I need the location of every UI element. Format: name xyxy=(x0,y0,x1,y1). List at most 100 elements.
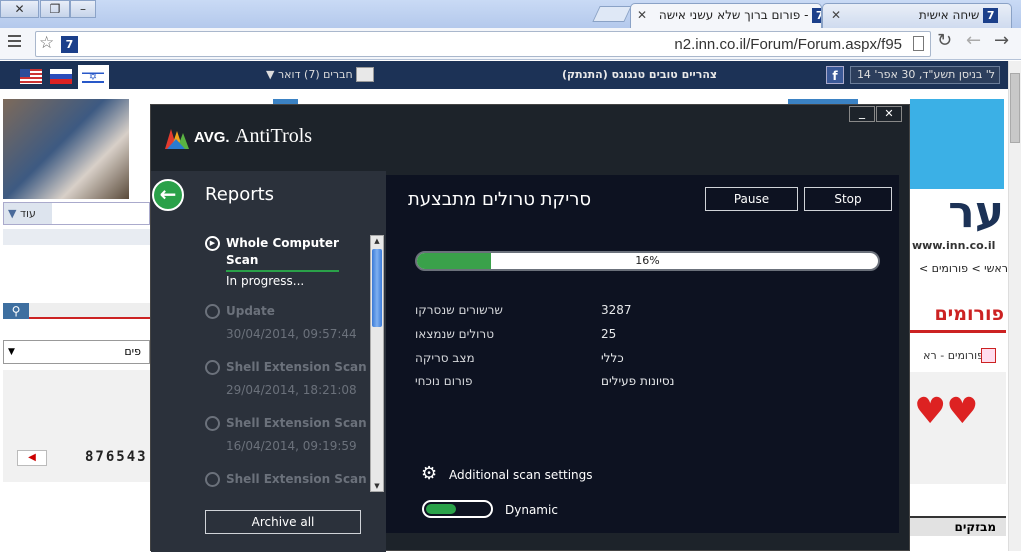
russia-flag-icon[interactable] xyxy=(50,69,72,84)
forum-select-value: פים xyxy=(124,345,141,358)
chevron-down-icon: ▼ xyxy=(8,347,15,357)
back-arrow-icon[interactable]: ← xyxy=(152,179,184,211)
new-tab-button[interactable] xyxy=(592,6,632,22)
stat-label: טרולים שנמצאו xyxy=(415,327,494,341)
forum-select[interactable]: ▼ פים xyxy=(3,340,150,364)
bookmark-star-icon[interactable]: ☆ xyxy=(39,33,54,53)
progress-underline xyxy=(226,270,339,272)
progress-percent: 16% xyxy=(635,254,660,267)
archive-all-button[interactable]: Archive all xyxy=(205,510,361,534)
counter-digits: 876543 xyxy=(85,449,148,465)
report-item-title[interactable]: Shell Extension Scan xyxy=(226,416,367,430)
greeting-link[interactable]: צהריים טובים טנגוגס (התנתק) xyxy=(562,68,717,81)
gear-icon[interactable]: ⚙ xyxy=(421,463,437,484)
browser-toolbar: ☆ 7 n2.inn.co.il/Forum/Forum.aspx/f95 ↻ … xyxy=(0,28,1021,60)
minimize-button[interactable]: _ xyxy=(849,106,875,122)
reports-sidebar: ← Reports ▶ Whole Computer Scan In progr… xyxy=(151,171,386,552)
report-item-date: 30/04/2014, 09:57:44 xyxy=(226,327,357,341)
stat-label: פורום נוכחי xyxy=(415,374,473,388)
avg-window: AVG. AntiTrols _ ✕ ← Reports ▶ Whole Com… xyxy=(150,104,910,552)
site-banner xyxy=(910,99,1004,189)
tab-private-message[interactable]: ✕ שיחה אישית 7 xyxy=(822,3,1012,28)
search-icon[interactable]: ⚲ xyxy=(3,303,29,319)
israel-flag-tab[interactable]: ✡ xyxy=(78,65,109,90)
report-item-title[interactable]: Whole Computer Scan xyxy=(226,235,351,269)
divider xyxy=(910,330,1006,333)
avg-logo-text: AVG. xyxy=(194,129,230,146)
check-icon xyxy=(205,304,220,319)
menu-icon[interactable] xyxy=(8,35,21,47)
header-photo xyxy=(3,99,129,199)
report-item-status: In progress... xyxy=(226,274,305,288)
check-icon xyxy=(205,472,220,487)
scan-progress-bar: 16% xyxy=(415,251,880,271)
check-icon xyxy=(205,360,220,375)
us-flag-icon[interactable] xyxy=(20,69,42,84)
scroll-thumb[interactable] xyxy=(372,249,382,327)
more-dropdown[interactable]: ▼ עוד xyxy=(4,203,52,224)
forward-icon[interactable]: ← xyxy=(966,30,981,51)
reports-title: Reports xyxy=(205,184,275,205)
scroll-up-icon[interactable]: ▲ xyxy=(371,236,383,246)
avg-logo-icon xyxy=(163,125,189,151)
address-bar[interactable]: ☆ 7 n2.inn.co.il/Forum/Forum.aspx/f95 xyxy=(35,31,931,57)
close-button[interactable]: ✕ xyxy=(876,106,902,122)
avg-title-bar: AVG. AntiTrols _ ✕ xyxy=(151,105,909,171)
forum-banner: ♥♥ xyxy=(910,372,1006,484)
check-icon xyxy=(205,416,220,431)
browser-tab-bar: ✕ ❐ – ✕ פורום ברוך שלא עשני אישה - 7 ✕ ש… xyxy=(0,0,1021,29)
back-icon[interactable]: → xyxy=(994,30,1009,51)
hebrew-date: ל' בניסן תשע"ד, 30 אפר' 14 xyxy=(850,66,1000,84)
site-top-bar: ✡ ▼ חברים (7) דואר צהריים טובים טנגוגס (… xyxy=(0,61,1008,90)
search-row: ▼ עוד xyxy=(3,202,150,225)
additional-settings-link[interactable]: Additional scan settings xyxy=(449,468,593,482)
report-item-date: 29/04/2014, 18:21:08 xyxy=(226,383,357,397)
mail-link[interactable]: דואר xyxy=(278,68,301,81)
hearts-icon: ♥♥ xyxy=(914,391,979,432)
israel-flag-icon: ✡ xyxy=(82,70,104,85)
stat-value: כללי xyxy=(601,351,624,365)
reload-icon[interactable]: ↻ xyxy=(937,30,952,51)
forums-title: פורומים xyxy=(934,303,1004,325)
report-item-title[interactable]: Update xyxy=(226,304,275,318)
reports-scrollbar[interactable]: ▲ ▼ xyxy=(370,235,384,492)
site-logo-icon: 7 xyxy=(61,36,78,53)
scroll-down-icon[interactable]: ▼ xyxy=(371,481,383,491)
sidebar-strip xyxy=(3,229,150,245)
restore-window-button[interactable]: ❐ xyxy=(40,0,70,18)
report-item-title[interactable]: Shell Extension Scan xyxy=(226,360,367,374)
friends-link[interactable]: חברים (7) xyxy=(304,68,353,81)
toggle-knob xyxy=(426,504,456,514)
minimize-window-button[interactable]: – xyxy=(70,0,96,18)
close-window-button[interactable]: ✕ xyxy=(0,0,39,18)
pause-button[interactable]: Pause xyxy=(705,187,798,211)
user-icon xyxy=(981,348,996,363)
tab-title: שיחה אישית xyxy=(918,8,980,22)
site-favicon-icon: 7 xyxy=(812,8,821,23)
friends-dropdown[interactable]: ▼ חברים (7) דואר xyxy=(266,68,353,81)
stop-button[interactable]: Stop xyxy=(804,187,892,211)
tab-forum[interactable]: ✕ פורום ברוך שלא עשני אישה - 7 xyxy=(630,3,822,29)
site-favicon-icon: 7 xyxy=(983,8,999,23)
breadcrumb[interactable]: ראשי > פורומים > xyxy=(910,262,1008,275)
search-strip: ⚲ xyxy=(3,303,150,319)
flash-news-header: מבזקים xyxy=(910,516,1006,536)
site-brand: ער xyxy=(948,189,1004,237)
mail-icon[interactable] xyxy=(356,67,374,82)
facebook-icon[interactable]: f xyxy=(826,66,844,84)
url-text[interactable]: n2.inn.co.il/Forum/Forum.aspx/f95 xyxy=(674,36,902,53)
tab-close-icon[interactable]: ✕ xyxy=(831,8,841,22)
counter-panel: ◀ 876543 xyxy=(3,370,150,482)
scan-title: סריקת טרולים מתבצעת xyxy=(408,189,592,210)
dynamic-toggle[interactable] xyxy=(422,500,493,518)
prev-button[interactable]: ◀ xyxy=(17,450,47,466)
tab-close-icon[interactable]: ✕ xyxy=(637,8,647,22)
stat-value: 3287 xyxy=(601,303,632,317)
dynamic-label: Dynamic xyxy=(505,503,558,517)
report-item-date: 16/04/2014, 09:19:59 xyxy=(226,439,357,453)
tab-title: פורום ברוך שלא עשני אישה - xyxy=(658,8,809,22)
stat-value: נסיונות פעילים xyxy=(601,374,675,388)
product-name: AntiTrols xyxy=(235,125,313,147)
page-scrollbar[interactable] xyxy=(1008,61,1021,551)
report-item-title[interactable]: Shell Extension Scan xyxy=(226,472,367,486)
